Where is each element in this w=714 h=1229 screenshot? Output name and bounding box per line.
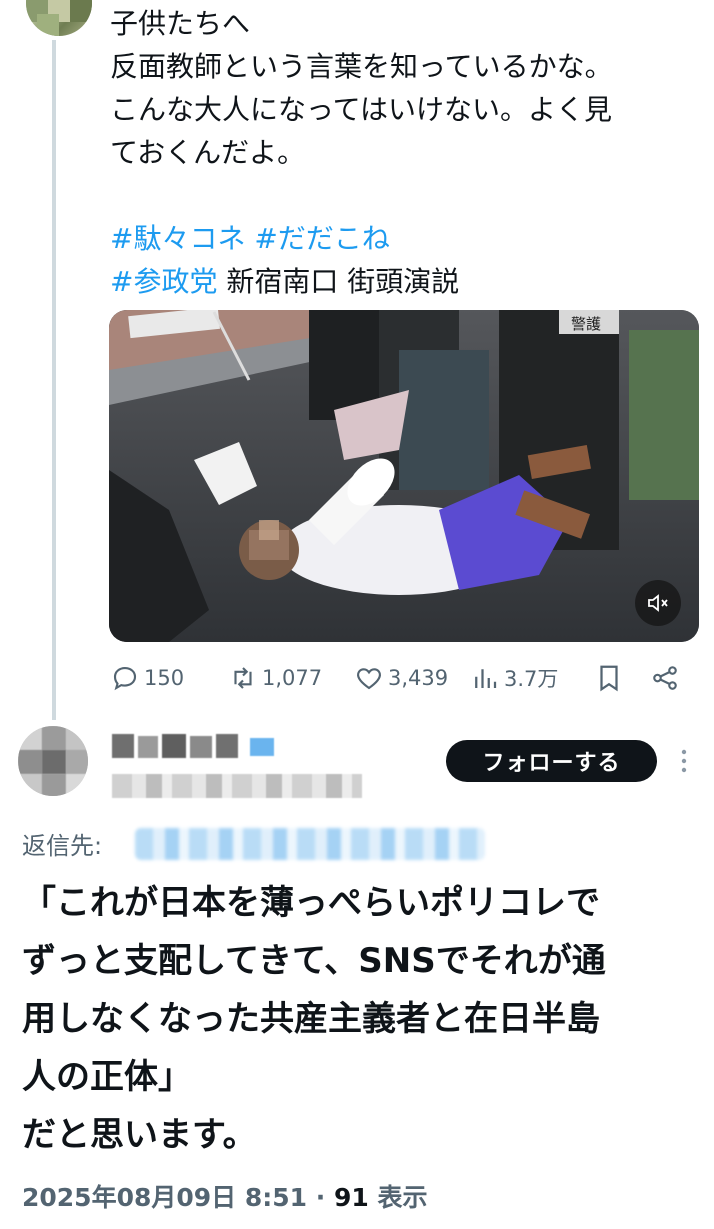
tweet-line: ておくんだよ。 [110,136,306,169]
more-options-button[interactable] [676,746,692,776]
bookmark-button[interactable] [594,660,628,696]
reply-line: だと思います。 [22,1115,257,1155]
view-count: 91 [333,1183,369,1212]
display-name-pixelated[interactable] [112,734,277,760]
thread-line [52,40,56,720]
reply-button[interactable]: 150 [110,660,184,696]
heart-icon [357,668,381,690]
like-count: 3,439 [388,666,449,690]
view-label: 表示 [377,1183,428,1212]
reply-line: 人の正体」 [22,1057,192,1097]
avatar[interactable] [18,726,88,796]
more-vertical-icon [681,749,687,773]
vest-label: 警護 [571,315,601,333]
tweet-line: こんな大人になってはいけない。よく見 [110,93,613,126]
reply-text: 「これが日本を薄っぺらいポリコレで ずっと支配してきて、SNSでそれが通 用しな… [22,874,702,1164]
retweet-icon [234,667,252,689]
follow-button[interactable]: フォローする [446,740,657,782]
reply-icon [113,666,137,691]
retweet-count: 1,077 [262,666,323,690]
sound-button[interactable] [635,580,681,626]
location-text: 新宿南口 街頭演説 [226,265,460,298]
tweet-action-bar: 150 1,077 3,439 3.7万 [110,660,690,696]
views-button[interactable]: 3.7万 [470,660,558,696]
speaker-muted-icon [648,594,668,612]
analytics-icon [475,669,497,688]
reply-line: 「これが日本を薄っぺらいポリコレで [22,883,600,923]
reply-line: ずっと支配してきて、SNSでそれが通 [22,941,606,981]
reply-to-label: 返信先: [22,832,103,860]
retweet-button[interactable]: 1,077 [228,660,322,696]
hashtag-link[interactable]: #駄々コネ [110,222,245,255]
reply-to-handle-pixelated[interactable] [135,828,485,860]
post-metadata: 2025年08月09日 8:51 · 91 表示 [22,1178,428,1214]
reply-line: 用しなくなった共産主義者と在日半島 [22,999,600,1039]
tweet-text: 子供たちへ 反面教師という言葉を知っているかな。 こんな大人になってはいけない。… [110,2,700,303]
video-frame: 警護 [109,310,699,642]
tweet-line: 反面教師という言葉を知っているかな。 [110,50,613,83]
handle-pixelated [112,770,362,800]
view-count: 3.7万 [504,667,559,691]
avatar[interactable] [26,0,92,36]
share-button[interactable] [650,660,684,696]
timestamp[interactable]: 2025年08月09日 8:51 [22,1183,307,1212]
like-button[interactable]: 3,439 [354,660,448,696]
hashtag-link[interactable]: #参政党 [110,265,217,298]
hashtag-link[interactable]: #だだこね [254,222,389,255]
bookmark-icon [600,665,618,692]
video-media[interactable]: 警護 [109,310,699,642]
share-icon [653,666,677,690]
reply-count: 150 [144,666,185,690]
separator: · [315,1183,326,1212]
tweet-line: 子供たちへ [110,7,251,40]
